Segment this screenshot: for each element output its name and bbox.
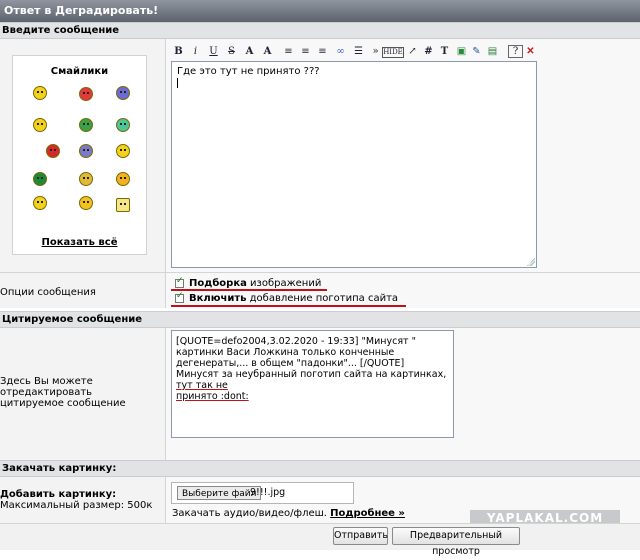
more-link[interactable]: Подробнее » xyxy=(330,508,405,519)
quote-line-2b: тут так не xyxy=(176,380,228,391)
underline-button[interactable]: U xyxy=(207,45,220,59)
confused-icon[interactable] xyxy=(33,118,47,132)
quote-line-2a: Минусят за неубранный поготип сайта на к… xyxy=(176,369,447,380)
message-editor-text: Где это тут не принято ??? xyxy=(177,66,320,77)
file-input[interactable]: Выберите файл 9!!!.jpg xyxy=(171,482,354,504)
rock-icon[interactable] xyxy=(79,196,93,210)
bottom-bar: Отправить Предварительный просмотр xyxy=(0,523,640,557)
blush-icon[interactable] xyxy=(116,144,130,158)
strike-button[interactable]: S xyxy=(225,45,238,59)
resize-icon[interactable]: ↗ xyxy=(406,45,419,59)
quote-icon[interactable]: » xyxy=(369,45,382,59)
option-images-rest: изображений xyxy=(246,278,322,289)
file-name: 9!!!.jpg xyxy=(250,487,286,498)
quote-label: Здесь Вы можете отредактировать цитируем… xyxy=(0,376,126,409)
smiley-column: Смайлики Показать всё xyxy=(0,39,166,272)
window-title: Ответ в Деградировать! xyxy=(0,0,640,22)
add-picture-label: Добавить картинку: xyxy=(0,489,117,500)
gun-icon[interactable] xyxy=(33,172,47,186)
smile-icon[interactable] xyxy=(33,86,47,100)
cool-icon[interactable] xyxy=(116,86,130,100)
align-center-button[interactable]: ≡ xyxy=(299,45,312,59)
option-logo-rest: добавление поготипа сайта xyxy=(246,293,399,304)
max-size-label: Максимальный размер: 500к xyxy=(0,500,153,511)
columns-icon[interactable]: ▤ xyxy=(486,45,499,59)
annotation-underline-2 xyxy=(171,305,406,307)
option-logo-text: Включить добавление поготипа сайта xyxy=(189,293,398,304)
options-label: Опции сообщения xyxy=(0,287,96,298)
help-icon[interactable]: ? xyxy=(508,45,523,58)
cry-icon[interactable] xyxy=(79,172,93,186)
message-editor[interactable]: Где это тут не принято ??? xyxy=(171,61,537,268)
angry-icon[interactable] xyxy=(79,87,93,101)
edit-icon[interactable]: ✎ xyxy=(470,45,483,59)
wink-icon[interactable] xyxy=(116,118,130,132)
text-icon[interactable]: T xyxy=(438,45,451,59)
align-right-button[interactable]: ≡ xyxy=(316,45,329,59)
checkbox-logo[interactable] xyxy=(175,291,184,303)
hide-button[interactable]: HIDE xyxy=(382,47,404,58)
align-left-button[interactable]: ≡ xyxy=(282,45,295,59)
smiley-panel: Смайлики Показать всё xyxy=(12,55,147,255)
audio-upload-text: Закачать аудио/видео/флеш. xyxy=(172,508,331,519)
quote-line-1: [QUOTE=defo2004,3.02.2020 - 19:33] "Мину… xyxy=(176,336,416,369)
bold-button[interactable]: B xyxy=(172,45,185,59)
choose-file-button[interactable]: Выберите файл xyxy=(177,486,262,500)
section-quoted-header: Цитируемое сообщение xyxy=(0,311,640,328)
thumbs-up-icon[interactable] xyxy=(79,118,93,132)
audio-upload-line: Закачать аудио/видео/флеш. Подробнее » xyxy=(172,508,405,519)
submit-button[interactable]: Отправить xyxy=(333,527,388,545)
show-all-smileys-link[interactable]: Показать всё xyxy=(13,237,146,248)
hash-icon[interactable]: # xyxy=(422,45,435,59)
smiley-panel-title: Смайлики xyxy=(50,66,109,77)
star-icon[interactable] xyxy=(116,198,130,212)
annotation-underline-1 xyxy=(171,289,327,291)
font-color-button[interactable]: A xyxy=(261,45,274,59)
link-icon[interactable]: ∞ xyxy=(334,45,347,59)
quote-line-3: принято :dont: xyxy=(176,391,249,402)
text-caret xyxy=(177,78,178,88)
alien-icon[interactable] xyxy=(79,144,93,158)
option-logo-bold: Включить xyxy=(189,293,247,304)
option-images-text: Подборка изображений xyxy=(189,278,321,289)
clear-icon[interactable]: ✕ xyxy=(524,45,537,59)
list-icon[interactable]: ☰ xyxy=(352,45,365,59)
preview-button[interactable]: Предварительный просмотр xyxy=(392,527,520,557)
devil-icon[interactable] xyxy=(46,144,60,158)
font-size-button[interactable]: A xyxy=(243,45,256,59)
option-images-bold: Подборка xyxy=(189,278,247,289)
image-icon[interactable]: ▣ xyxy=(455,45,468,59)
section-upload-header: Закачать картинку: xyxy=(0,460,640,477)
teeth-icon[interactable] xyxy=(33,196,47,210)
italic-button[interactable]: i xyxy=(189,45,202,59)
quote-textarea[interactable]: [QUOTE=defo2004,3.02.2020 - 19:33] "Мину… xyxy=(171,330,454,438)
section-message-header: Введите сообщение xyxy=(0,22,640,39)
dance-icon[interactable] xyxy=(116,172,130,186)
upload-label: Добавить картинку: Максимальный размер: … xyxy=(0,489,152,511)
resize-grip[interactable] xyxy=(527,258,535,266)
checkbox-images[interactable] xyxy=(175,276,184,288)
